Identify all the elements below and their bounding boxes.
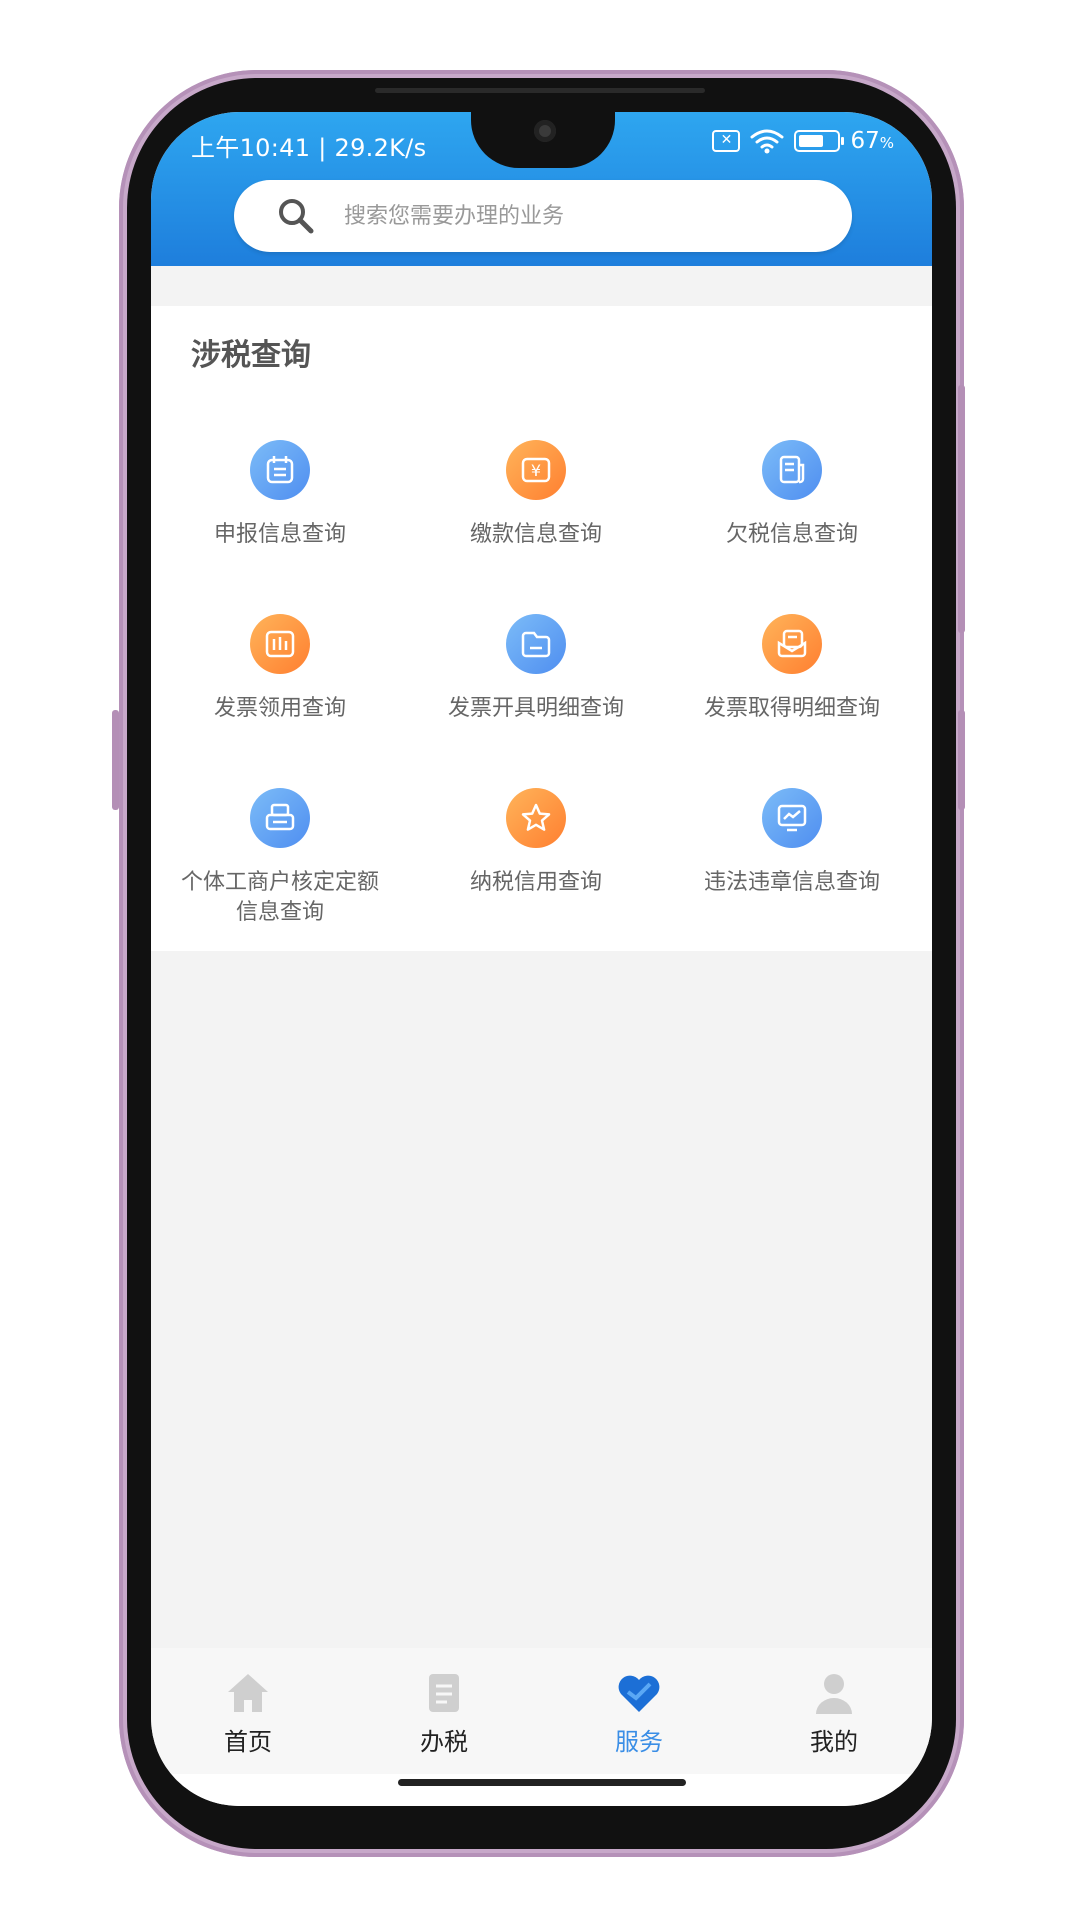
grid-item-label: 缴款信息查询 — [469, 522, 602, 547]
app-screen: 上午10:41 | 29.2K/s ✕ 67% 涉税查询 — [151, 112, 932, 1806]
app-header: 上午10:41 | 29.2K/s ✕ 67% — [151, 112, 932, 266]
volume-button — [958, 385, 965, 633]
home-indicator[interactable] — [398, 1779, 686, 1786]
search-input[interactable] — [344, 203, 784, 229]
tax-query-section: 涉税查询 申报信息查询 ¥ 缴款信息查询 欠税信息查询 发票领用查询 发票开具明… — [151, 306, 932, 951]
folder-icon — [506, 614, 566, 674]
yuan-cycle-icon: ¥ — [506, 440, 566, 500]
battery-fill — [799, 135, 824, 147]
svg-text:¥: ¥ — [531, 461, 541, 480]
nav-label-home: 首页 — [224, 1728, 272, 1756]
home-icon — [228, 1674, 268, 1712]
calendar-icon — [250, 440, 310, 500]
grid-item-invoice-issue-detail[interactable]: 发票开具明细查询 — [409, 614, 663, 724]
sim-x-icon: ✕ — [712, 130, 741, 152]
grid-item-label: 违法违章信息查询 — [703, 870, 880, 895]
monitor-chart-icon — [762, 788, 822, 848]
grid-item-label: 发票取得明细查询 — [703, 696, 880, 721]
grid-item-invoice-usage-query[interactable]: 发票领用查询 — [153, 614, 407, 724]
person-icon — [816, 1674, 852, 1714]
nav-label-tax: 办税 — [420, 1728, 468, 1756]
section-title: 涉税查询 — [191, 338, 311, 373]
bar-chart-icon — [250, 614, 310, 674]
document-icon — [762, 440, 822, 500]
nav-item-mine[interactable]: 我的 — [774, 1670, 894, 1757]
bottom-nav: 首页 办税 服务 我的 — [151, 1648, 932, 1774]
grid-item-declaration-query[interactable]: 申报信息查询 — [153, 440, 407, 550]
power-button — [958, 710, 965, 810]
printer-icon — [250, 788, 310, 848]
search-bar[interactable] — [234, 180, 852, 252]
grid-item-label: 个体工商户核定定额 信息查询 — [180, 870, 379, 925]
status-icons: ✕ 67% — [712, 126, 894, 156]
document-list-icon — [429, 1674, 459, 1712]
wifi-icon — [750, 129, 784, 154]
front-camera — [534, 120, 556, 142]
nav-item-service[interactable]: 服务 — [579, 1670, 699, 1757]
grid-item-individual-quota-query[interactable]: 个体工商户核定定额 信息查询 — [153, 788, 407, 928]
nav-item-tax[interactable]: 办税 — [384, 1670, 504, 1757]
side-button — [112, 710, 119, 810]
earpiece-speaker — [375, 88, 705, 93]
nav-item-home[interactable]: 首页 — [188, 1670, 308, 1757]
battery-icon — [794, 130, 845, 152]
grid-item-label: 欠税信息查询 — [725, 522, 858, 547]
grid-item-label: 发票开具明细查询 — [447, 696, 624, 721]
heart-icon — [618, 1675, 660, 1712]
nav-label-mine: 我的 — [810, 1728, 858, 1756]
status-time-speed: 上午10:41 | 29.2K/s — [191, 134, 427, 162]
battery-percent: 67% — [850, 128, 894, 154]
grid-item-credit-query[interactable]: 纳税信用查询 — [409, 788, 663, 898]
search-icon — [279, 199, 314, 234]
grid-item-arrears-query[interactable]: 欠税信息查询 — [665, 440, 919, 550]
grid-item-invoice-receive-detail[interactable]: 发票取得明细查询 — [665, 614, 919, 724]
grid-item-payment-query[interactable]: ¥ 缴款信息查询 — [409, 440, 663, 550]
inbox-icon — [762, 614, 822, 674]
nav-label-service: 服务 — [615, 1728, 663, 1756]
grid-item-label: 发票领用查询 — [213, 696, 346, 721]
grid-item-violation-query[interactable]: 违法违章信息查询 — [665, 788, 919, 898]
grid-item-label: 申报信息查询 — [213, 522, 346, 547]
star-icon — [506, 788, 566, 848]
grid-item-label: 纳税信用查询 — [469, 870, 602, 895]
